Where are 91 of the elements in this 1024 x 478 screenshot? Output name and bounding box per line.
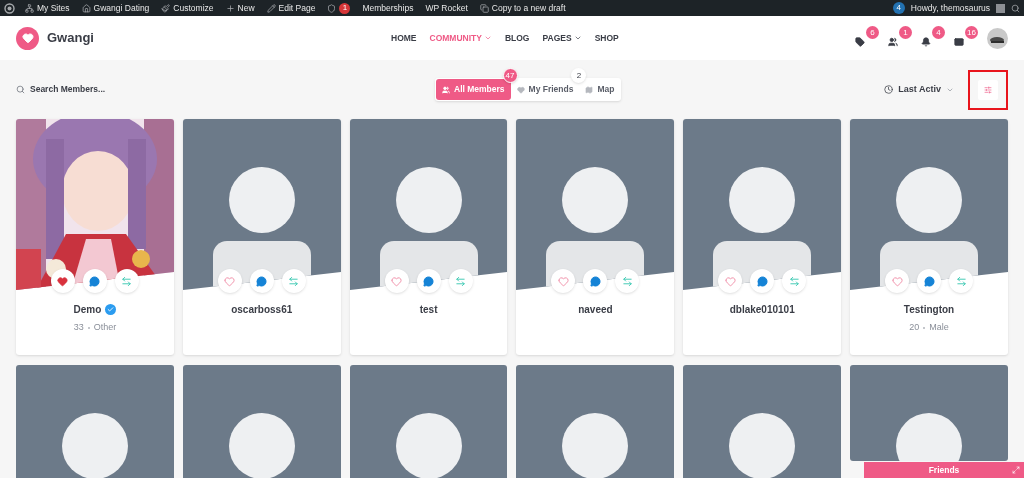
clock-icon bbox=[884, 85, 894, 94]
member-age: 33 bbox=[73, 321, 84, 334]
expand-icon bbox=[1012, 466, 1020, 474]
member-gender: Other bbox=[93, 321, 117, 334]
count-badge: 4 bbox=[932, 26, 945, 39]
admin-bar-icon bbox=[25, 3, 34, 13]
notification-badge: 4 bbox=[892, 2, 905, 14]
search-field[interactable]: Search Members... bbox=[30, 83, 150, 96]
avatar-silhouette[interactable] bbox=[516, 365, 675, 478]
nav-link[interactable]: BLOG bbox=[504, 31, 530, 45]
arrows-icon bbox=[455, 275, 467, 287]
search-icon bbox=[1011, 3, 1020, 13]
search-icon bbox=[16, 85, 25, 94]
admin-bar-icon bbox=[266, 3, 276, 13]
member-name[interactable]: oscarboss61 bbox=[231, 302, 293, 317]
heart-icon bbox=[224, 275, 236, 287]
arrows-icon bbox=[121, 275, 133, 287]
tab-icon bbox=[516, 85, 525, 94]
update-badge: 1 bbox=[339, 2, 351, 14]
mail-icon[interactable] bbox=[954, 37, 964, 47]
tag-icon[interactable] bbox=[855, 37, 865, 47]
heart-icon bbox=[57, 275, 69, 287]
member-name[interactable]: dblake010101 bbox=[729, 302, 795, 317]
heart-icon bbox=[891, 275, 903, 287]
logo-icon[interactable] bbox=[16, 26, 39, 50]
admin-bar-link[interactable]: New bbox=[237, 1, 255, 15]
avatar-silhouette[interactable] bbox=[683, 365, 842, 478]
member-name[interactable]: Testington bbox=[903, 302, 955, 317]
admin-bar-link[interactable]: Gwangi Dating bbox=[93, 1, 150, 15]
arrows-icon bbox=[621, 275, 633, 287]
arrows-icon bbox=[955, 275, 967, 287]
admin-bar-link[interactable]: Copy to a new draft bbox=[491, 1, 566, 15]
count-badge: 6 bbox=[866, 26, 879, 39]
avatar-silhouette[interactable] bbox=[850, 365, 1008, 461]
member-name[interactable]: Demo bbox=[73, 302, 102, 317]
count-badge: 16 bbox=[965, 26, 978, 39]
arrows-icon bbox=[288, 275, 300, 287]
member-card[interactable]: naveed bbox=[516, 119, 675, 355]
users-icon[interactable] bbox=[888, 37, 898, 47]
member-card[interactable]: Testington 20 Male bbox=[850, 119, 1008, 355]
chat-title: Friends bbox=[928, 463, 960, 477]
admin-bar-icon bbox=[327, 3, 337, 13]
chat-bubble-icon bbox=[756, 275, 768, 287]
admin-bar-link[interactable]: Memberships bbox=[362, 1, 414, 15]
member-card[interactable]: dblake010101 bbox=[683, 119, 842, 355]
settings-icon bbox=[984, 85, 992, 94]
chat-bubble-icon bbox=[923, 275, 935, 287]
admin-bar-link[interactable]: Edit Page bbox=[278, 1, 316, 15]
avatar-silhouette[interactable] bbox=[349, 365, 508, 478]
admin-bar-icon bbox=[225, 3, 235, 13]
message-button[interactable] bbox=[750, 269, 775, 293]
message-button[interactable] bbox=[583, 269, 608, 293]
nav-link[interactable]: SHOP bbox=[594, 31, 619, 45]
arrows-icon bbox=[788, 275, 800, 287]
chat-bubble-icon bbox=[89, 275, 101, 287]
admin-bar-icon bbox=[81, 3, 91, 13]
admin-bar-icon bbox=[161, 3, 171, 13]
tab-icon bbox=[585, 85, 594, 94]
user-avatar bbox=[996, 3, 1005, 13]
member-card[interactable]: test bbox=[349, 119, 508, 355]
bell-icon[interactable] bbox=[921, 37, 931, 47]
member-age: 20 bbox=[909, 321, 920, 334]
greeting-link[interactable]: Howdy, themosaurus bbox=[910, 1, 990, 15]
member-name[interactable]: test bbox=[419, 302, 438, 317]
count-badge: 47 bbox=[502, 68, 518, 83]
admin-bar-icon bbox=[479, 3, 489, 13]
chat-bubble-icon bbox=[589, 275, 601, 287]
admin-bar-link[interactable]: Customize bbox=[173, 1, 214, 15]
chat-bubble-icon bbox=[256, 275, 268, 287]
chat-bubble-icon bbox=[423, 275, 435, 287]
heart-icon bbox=[724, 275, 736, 287]
nav-link[interactable]: HOME bbox=[391, 31, 417, 45]
message-button[interactable] bbox=[917, 269, 942, 293]
connect-button[interactable] bbox=[114, 269, 139, 293]
member-card[interactable]: Demo 33 Other bbox=[16, 119, 174, 355]
site-logo[interactable]: Gwangi bbox=[47, 28, 94, 48]
admin-bar-link[interactable]: WP Rocket bbox=[425, 1, 468, 15]
profile-avatar[interactable] bbox=[987, 27, 1008, 49]
member-card[interactable]: oscarboss61 bbox=[182, 119, 341, 355]
avatar-silhouette[interactable] bbox=[16, 365, 174, 478]
count-badge: 2 bbox=[571, 68, 587, 83]
tab-icon bbox=[442, 85, 450, 94]
member-name[interactable]: naveed bbox=[578, 302, 613, 317]
heart-icon bbox=[557, 275, 569, 287]
sort-dropdown[interactable]: Last Activ bbox=[884, 82, 954, 97]
member-gender: Male bbox=[929, 321, 949, 334]
nav-link[interactable]: PAGES bbox=[542, 31, 582, 45]
count-badge: 1 bbox=[899, 26, 912, 39]
heart-icon bbox=[391, 275, 403, 287]
avatar-silhouette[interactable] bbox=[182, 365, 341, 478]
admin-bar-link[interactable]: My Sites bbox=[37, 1, 70, 15]
